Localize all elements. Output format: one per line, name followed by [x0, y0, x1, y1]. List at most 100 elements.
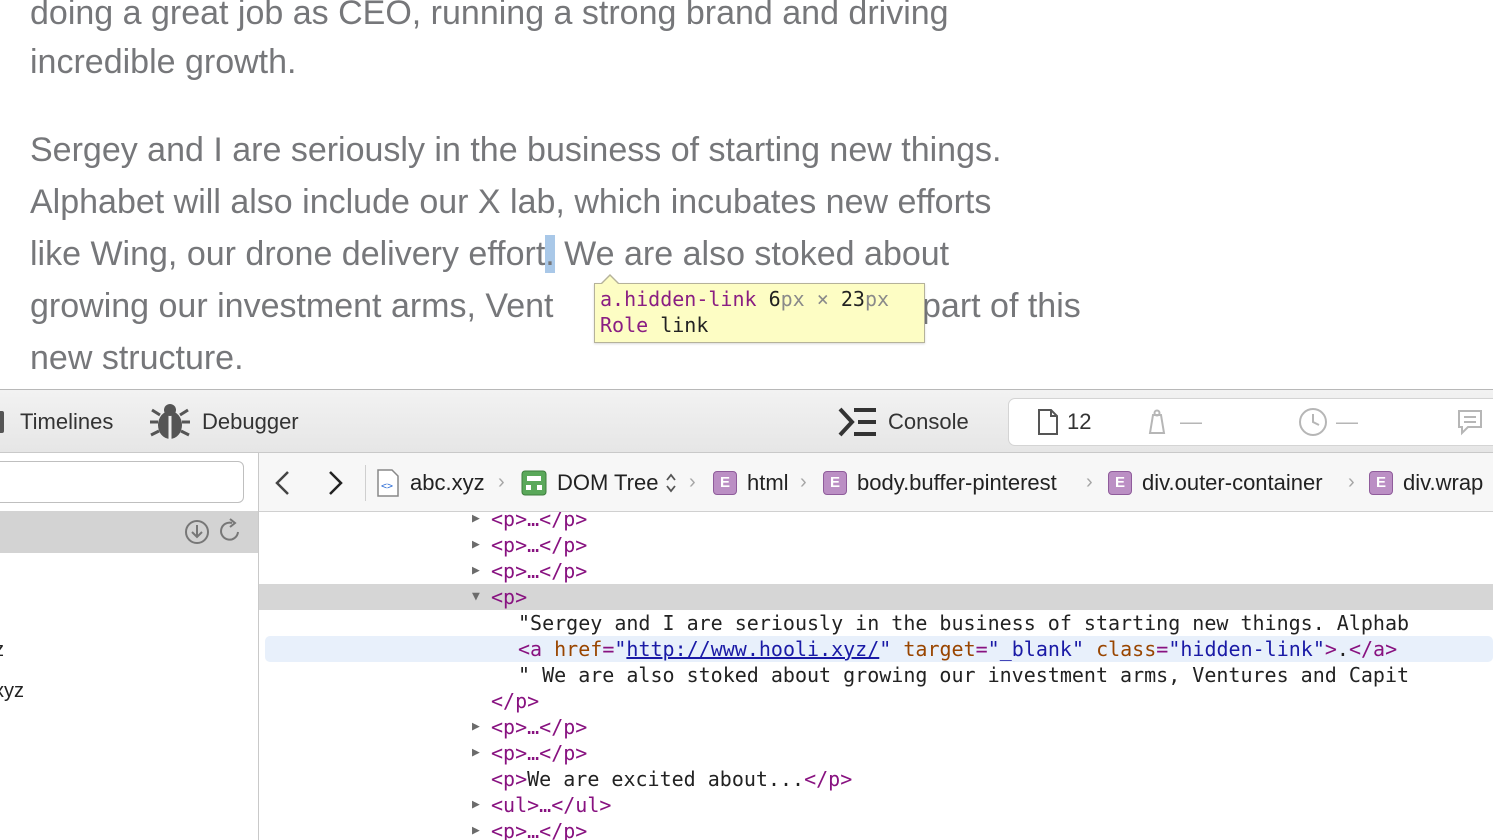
article-line: growing our investment arms, Vent — [30, 287, 554, 325]
dom-attr-link[interactable]: http://www.hooli.xyz/ — [626, 637, 879, 661]
disclosure-triangle-icon[interactable]: ▶ — [472, 512, 480, 532]
resource-size[interactable]: — — [1144, 398, 1202, 446]
resource-size-label: — — [1180, 409, 1202, 434]
breadcrumb-body[interactable]: E body.buffer-pinterest — [823, 453, 1057, 512]
bug-icon — [150, 404, 190, 439]
dom-navigation-bar: <> abc.xyz › DOM Tree › E html › E body.… — [259, 453, 1493, 512]
hidden-link[interactable]: . — [545, 235, 555, 273]
tab-timelines-label: Timelines — [20, 409, 114, 434]
article-line: Sergey and I are seriously in the busine… — [30, 131, 1002, 169]
reload-icon[interactable] — [217, 518, 243, 544]
devtools-toolbar: Timelines Debugger Console 12 — — — [0, 389, 1493, 453]
dom-attr-name: class — [1096, 637, 1157, 661]
tab-console[interactable]: Console — [838, 390, 969, 454]
dom-node-tag: <p>…</p> — [491, 715, 588, 739]
tab-timelines[interactable]: Timelines — [0, 390, 113, 454]
dom-attr-value: _blank — [999, 637, 1072, 661]
dom-node-tag: <p> — [491, 585, 528, 609]
element-icon: E — [713, 470, 737, 495]
tooltip-selector: a.hidden-link — [600, 287, 757, 311]
logs-count[interactable] — [1456, 398, 1484, 446]
timelines-icon — [0, 411, 4, 433]
filter-input[interactable] — [0, 461, 244, 503]
tooltip-role-value: link — [660, 313, 709, 337]
breadcrumb-file[interactable]: <> abc.xyz — [376, 453, 485, 512]
resources-count[interactable]: 12 — [1037, 398, 1091, 446]
dom-text: . — [1336, 637, 1349, 661]
dom-tag-close: </p> — [804, 767, 853, 791]
dom-node-tag: <p>…</p> — [491, 533, 588, 557]
back-button[interactable] — [273, 453, 293, 512]
dom-node[interactable]: <p>We are excited about...</p> — [259, 766, 1493, 792]
dom-attr-name: href — [554, 637, 603, 661]
load-time-label: — — [1336, 409, 1358, 434]
breadcrumb-outer-container[interactable]: E div.outer-container — [1108, 453, 1323, 512]
article-line: doing a great job as CEO, running a stro… — [30, 0, 949, 32]
disclosure-triangle-icon[interactable]: ▶ — [472, 740, 480, 766]
dom-node-close[interactable]: </p> — [259, 688, 1493, 714]
dom-node[interactable]: ▶ <p>…</p> — [259, 714, 1493, 740]
dom-node-tag: <p>…</p> — [491, 819, 588, 840]
breadcrumb-outer-container-label: div.outer-container — [1142, 469, 1323, 495]
tab-console-label: Console — [888, 409, 969, 434]
article-text: We are also stoked about — [554, 235, 950, 273]
tooltip-width: 6 — [768, 287, 781, 311]
breadcrumb-dom-tree[interactable]: DOM Tree — [521, 453, 678, 512]
dom-node-hovered[interactable]: <a href="http://www.hooli.xyz/" target="… — [265, 636, 1493, 662]
dom-attr-value: hidden-link — [1180, 637, 1313, 661]
disclosure-triangle-icon[interactable]: ▶ — [472, 714, 480, 740]
clock-icon — [1299, 408, 1327, 436]
dom-node[interactable]: ▶ <ul>…</ul> — [259, 792, 1493, 818]
dom-text: "Sergey and I are seriously in the busin… — [518, 611, 1410, 635]
download-icon[interactable] — [184, 519, 210, 545]
dom-node-tag: <p>…</p> — [491, 559, 588, 583]
document-icon — [1038, 409, 1058, 435]
forward-button[interactable] — [325, 453, 345, 512]
sidebar-item[interactable]: xyz — [0, 680, 24, 703]
chevron-right-icon — [329, 470, 343, 495]
element-icon: E — [1108, 470, 1132, 495]
dom-text: We are excited about... — [527, 767, 805, 791]
article-line: like Wing, our drone delivery effort. We… — [30, 234, 949, 274]
dom-node[interactable]: ▶ <p>…</p> — [259, 558, 1493, 584]
disclosure-triangle-icon[interactable]: ▶ — [472, 558, 480, 584]
dom-node-selected[interactable]: ▼ <p> — [259, 584, 1493, 610]
dom-tag-open: <a — [518, 637, 543, 661]
dom-node[interactable]: ▶ <p>…</p> — [259, 532, 1493, 558]
dom-tag-close: </a> — [1348, 637, 1398, 661]
sidebar-item[interactable]: z — [0, 639, 4, 662]
disclosure-triangle-icon[interactable]: ▶ — [472, 532, 480, 558]
dom-node[interactable]: ▶ <p>…</p> — [259, 512, 1493, 532]
dom-text-node[interactable]: "Sergey and I are seriously in the busin… — [259, 610, 1493, 636]
breadcrumb-file-label: abc.xyz — [410, 469, 485, 495]
dom-text-node[interactable]: " We are also stoked about growing our i… — [259, 662, 1493, 688]
dom-tag-open: <p> — [491, 767, 528, 791]
dom-text: " We are also stoked about growing our i… — [518, 663, 1410, 687]
tooltip-unit: px — [780, 287, 805, 311]
dom-attr-name: target — [903, 637, 976, 661]
dom-node-tag: <p>…</p> — [491, 512, 588, 531]
tooltip-unit: px — [864, 287, 890, 311]
nav-divider — [365, 465, 366, 501]
dom-node[interactable]: ▶ <p>…</p> — [259, 818, 1493, 840]
tooltip-role-label: Role — [600, 313, 649, 337]
disclosure-triangle-icon[interactable]: ▶ — [472, 792, 480, 818]
breadcrumb-separator: › — [498, 471, 505, 493]
svg-text:<>: <> — [381, 481, 393, 492]
breadcrumb-wrap[interactable]: E div.wrap — [1369, 453, 1483, 512]
tooltip-times: × — [816, 287, 829, 311]
tab-debugger[interactable]: Debugger — [148, 390, 299, 454]
element-icon: E — [823, 470, 847, 495]
breadcrumb-html[interactable]: E html — [713, 453, 789, 512]
disclosure-triangle-icon[interactable]: ▶ — [472, 818, 480, 840]
article-text: like Wing, our drone delivery effort — [30, 235, 546, 273]
article-line: Alphabet will also include our X lab, wh… — [30, 183, 992, 221]
article-content: doing a great job as CEO, running a stro… — [0, 0, 1493, 389]
breadcrumb-html-label: html — [747, 469, 789, 495]
dom-node-tag: </p> — [491, 689, 540, 713]
load-time[interactable]: — — [1298, 398, 1358, 446]
article-line: incredible growth. — [30, 43, 297, 81]
disclosure-triangle-open-icon[interactable]: ▼ — [472, 584, 480, 610]
dom-node[interactable]: ▶ <p>…</p> — [259, 740, 1493, 766]
breadcrumb-body-label: body.buffer-pinterest — [857, 469, 1057, 495]
